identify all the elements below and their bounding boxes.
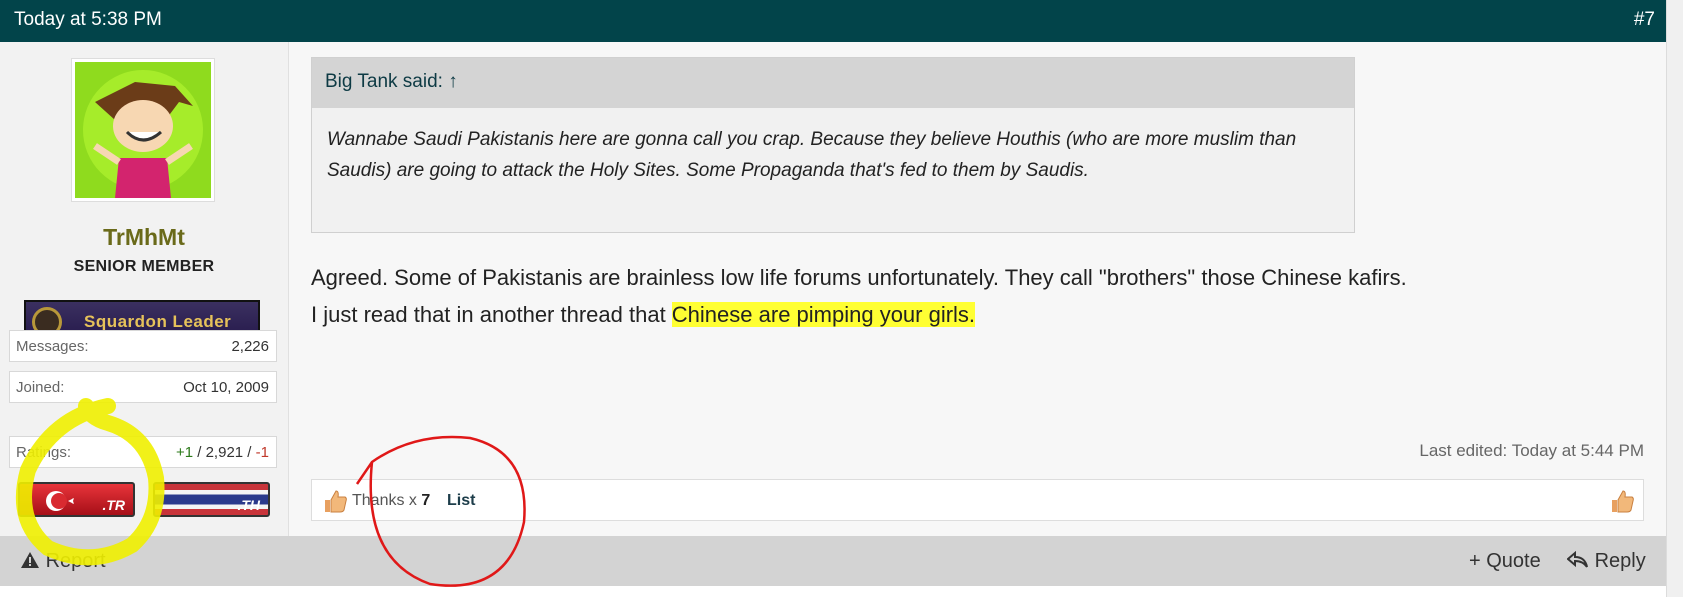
- ratings-separator: /: [243, 444, 256, 461]
- stat-label: Joined:: [16, 379, 65, 396]
- message-line: Agreed. Some of Pakistanis are brainless…: [311, 265, 1407, 290]
- message-text-plain: I just read that in another thread that: [311, 302, 672, 327]
- quote-author[interactable]: Big Tank said: ↑: [325, 71, 458, 93]
- stat-value[interactable]: +1 / 2,921 / -1: [176, 444, 269, 461]
- message-text: Agreed. Some of Pakistanis are brainless…: [311, 259, 1651, 333]
- report-label: Report: [45, 550, 106, 572]
- stat-value[interactable]: 2,226: [231, 338, 269, 355]
- reactions-list-link[interactable]: List: [447, 492, 475, 510]
- post-header-bar: Today at 5:38 PM #7: [0, 0, 1667, 42]
- flag-turkey[interactable]: .TR: [18, 482, 135, 517]
- ratings-positive: +1: [175, 444, 194, 461]
- ratings-neutral: 2,921: [205, 444, 244, 461]
- quote-text: Wannabe Saudi Pakistanis here are gonna …: [327, 129, 1297, 181]
- message-line: I just read that in another thread that …: [311, 296, 1651, 333]
- stat-messages: Messages: 2,226: [9, 330, 277, 362]
- stat-joined: Joined: Oct 10, 2009: [9, 371, 277, 403]
- report-button[interactable]: Report: [20, 550, 106, 573]
- flag-thailand[interactable]: .TH: [153, 482, 270, 517]
- stat-label: Ratings:: [16, 444, 72, 461]
- stat-ratings: Ratings: +1 / 2,921 / -1: [9, 436, 277, 468]
- vertical-scrollbar[interactable]: [1666, 0, 1683, 597]
- reactions-bar: Thanks x 7 List: [311, 479, 1644, 521]
- ratings-separator: /: [193, 444, 206, 461]
- quote-block: Big Tank said: ↑ Wannabe Saudi Pakistani…: [311, 57, 1355, 233]
- stat-label: Messages:: [16, 338, 89, 355]
- quote-button[interactable]: + Quote: [1469, 550, 1541, 573]
- flag-tag: .TH: [237, 497, 260, 513]
- avatar[interactable]: [71, 58, 215, 202]
- user-title: SENIOR MEMBER: [73, 258, 215, 275]
- reply-label: Reply: [1594, 550, 1646, 572]
- quote-header[interactable]: Big Tank said: ↑: [312, 58, 1354, 108]
- stat-value: Oct 10, 2009: [183, 379, 269, 396]
- post-date[interactable]: Today at 5:38 PM: [14, 9, 162, 31]
- last-edited: Last edited: Today at 5:44 PM: [1419, 441, 1644, 460]
- ratings-negative: -1: [255, 444, 269, 461]
- thanks-label: Thanks x: [352, 492, 422, 509]
- thumbs-up-icon: [325, 490, 347, 513]
- reply-button[interactable]: Reply: [1566, 550, 1646, 573]
- flag-tag: .TR: [102, 497, 125, 513]
- thanks-number: 7: [421, 492, 431, 509]
- rank-label: Squardon Leader: [84, 312, 232, 331]
- warning-icon: [21, 552, 39, 568]
- reply-icon: [1566, 550, 1588, 568]
- post-footer: Report + Quote Reply: [0, 536, 1667, 586]
- thanks-count: Thanks x 7: [352, 492, 430, 510]
- thanks-button-icon[interactable]: [1609, 488, 1635, 514]
- highlighted-text: Chinese are pimping your girls.: [671, 302, 976, 327]
- username[interactable]: TrMhMt: [0, 224, 288, 251]
- post-number[interactable]: #7: [1634, 9, 1655, 31]
